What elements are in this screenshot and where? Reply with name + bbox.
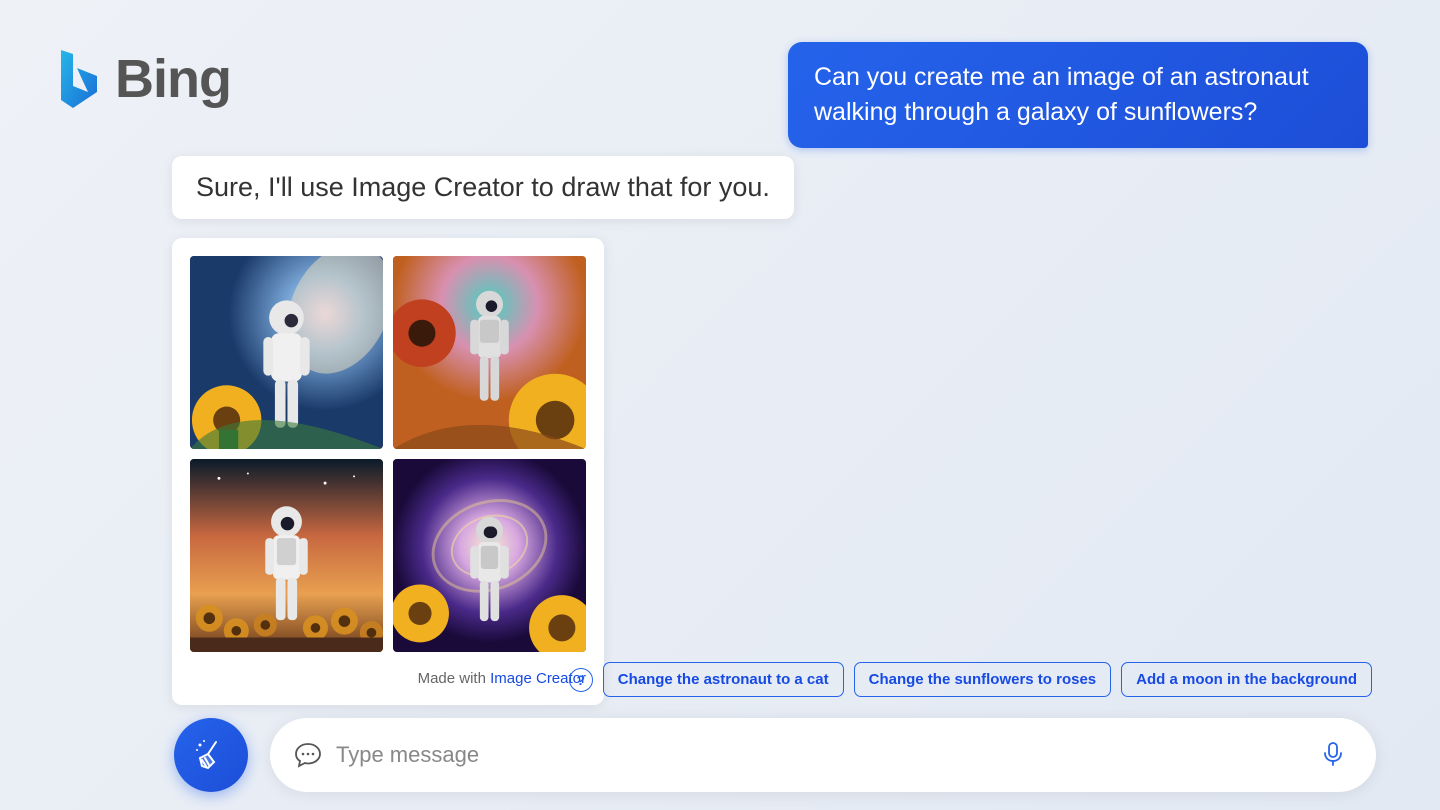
input-row [174, 718, 1376, 792]
bing-icon [55, 48, 103, 110]
generated-image-2[interactable] [393, 256, 586, 449]
message-input[interactable] [336, 742, 1314, 768]
help-icon[interactable]: ? [569, 668, 593, 692]
microphone-icon [1320, 741, 1346, 767]
broom-icon [194, 738, 228, 772]
user-message-text: Can you create me an image of an astrona… [814, 63, 1309, 126]
brand-logo: Bing [55, 48, 231, 110]
suggestion-chip-1[interactable]: Change the astronaut to a cat [603, 662, 844, 697]
assistant-message-bubble: Sure, I'll use Image Creator to draw tha… [172, 156, 794, 219]
attribution-prefix: Made with [418, 670, 491, 687]
new-topic-button[interactable] [174, 718, 248, 792]
user-message-bubble: Can you create me an image of an astrona… [788, 42, 1368, 148]
image-attribution: Made with Image Creator [190, 670, 586, 687]
generated-image-4[interactable] [393, 459, 586, 652]
assistant-message-text: Sure, I'll use Image Creator to draw tha… [196, 172, 770, 202]
microphone-button[interactable] [1314, 735, 1352, 776]
generated-image-3[interactable] [190, 459, 383, 652]
generated-image-1[interactable] [190, 256, 383, 449]
generated-images-card: Made with Image Creator [172, 238, 604, 705]
generated-images-grid [190, 256, 586, 652]
suggestion-chip-3[interactable]: Add a moon in the background [1121, 662, 1372, 697]
message-input-box[interactable] [270, 718, 1376, 792]
suggestion-chip-2[interactable]: Change the sunflowers to roses [854, 662, 1112, 697]
chat-icon [294, 741, 322, 769]
brand-name: Bing [115, 48, 231, 110]
suggestions-row: ? Change the astronaut to a cat Change t… [569, 662, 1372, 697]
